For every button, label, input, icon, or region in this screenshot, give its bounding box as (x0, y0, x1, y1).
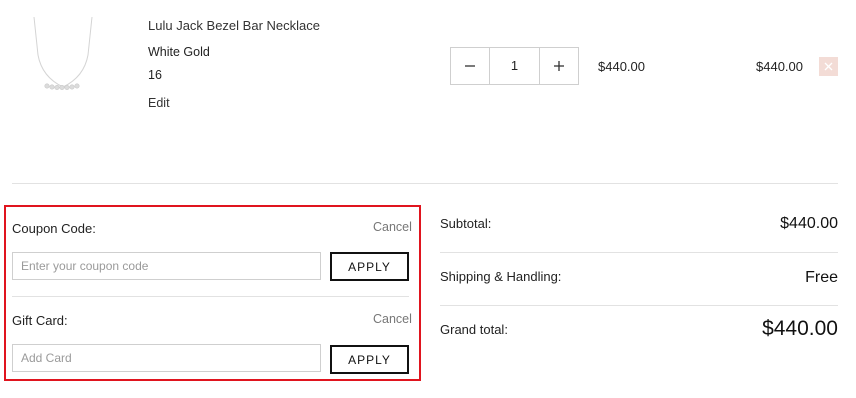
coupon-input[interactable] (12, 252, 321, 280)
shipping-label: Shipping & Handling: (440, 269, 562, 284)
minus-icon (465, 65, 475, 67)
quantity-value[interactable]: 1 (490, 48, 539, 84)
row-total: $440.00 (756, 59, 803, 74)
panel-divider (12, 296, 409, 297)
gift-card-input[interactable] (12, 344, 321, 372)
plus-icon (554, 61, 564, 71)
totals-divider (440, 252, 838, 253)
grand-total-label: Grand total: (440, 322, 508, 337)
unit-price: $440.00 (598, 59, 645, 74)
quantity-stepper: 1 (450, 47, 579, 85)
increase-quantity-button[interactable] (539, 48, 578, 84)
coupon-label: Coupon Code: (12, 221, 96, 236)
coupon-apply-button[interactable]: APPLY (330, 252, 409, 281)
gift-card-label: Gift Card: (12, 313, 68, 328)
necklace-icon (33, 16, 93, 91)
subtotal-value: $440.00 (780, 215, 838, 232)
section-divider (12, 183, 838, 184)
coupon-cancel-link[interactable]: Cancel (373, 220, 412, 234)
product-metal: White Gold (148, 45, 210, 59)
product-thumbnail[interactable] (30, 15, 96, 97)
close-icon (824, 62, 833, 71)
decrease-quantity-button[interactable] (451, 48, 490, 84)
product-name[interactable]: Lulu Jack Bezel Bar Necklace (148, 18, 320, 33)
totals-divider (440, 305, 838, 306)
remove-item-button[interactable] (819, 57, 838, 76)
product-size: 16 (148, 68, 162, 82)
grand-total-value: $440.00 (762, 317, 838, 340)
edit-link[interactable]: Edit (148, 96, 170, 110)
shipping-value: Free (805, 269, 838, 286)
gift-card-apply-button[interactable]: APPLY (330, 345, 409, 374)
subtotal-label: Subtotal: (440, 216, 492, 231)
gift-card-cancel-link[interactable]: Cancel (373, 312, 412, 326)
